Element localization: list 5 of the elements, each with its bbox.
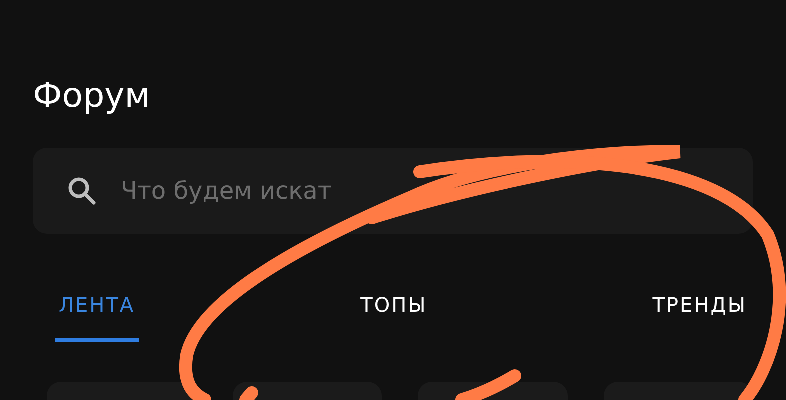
tab[interactable]: ЛЕНТА <box>55 286 140 342</box>
tab[interactable]: ТРЕНДЫ <box>648 286 751 342</box>
post-card[interactable] <box>232 382 382 400</box>
tab[interactable]: ТОПЫ <box>356 286 432 342</box>
page-title: Форум <box>33 75 150 118</box>
